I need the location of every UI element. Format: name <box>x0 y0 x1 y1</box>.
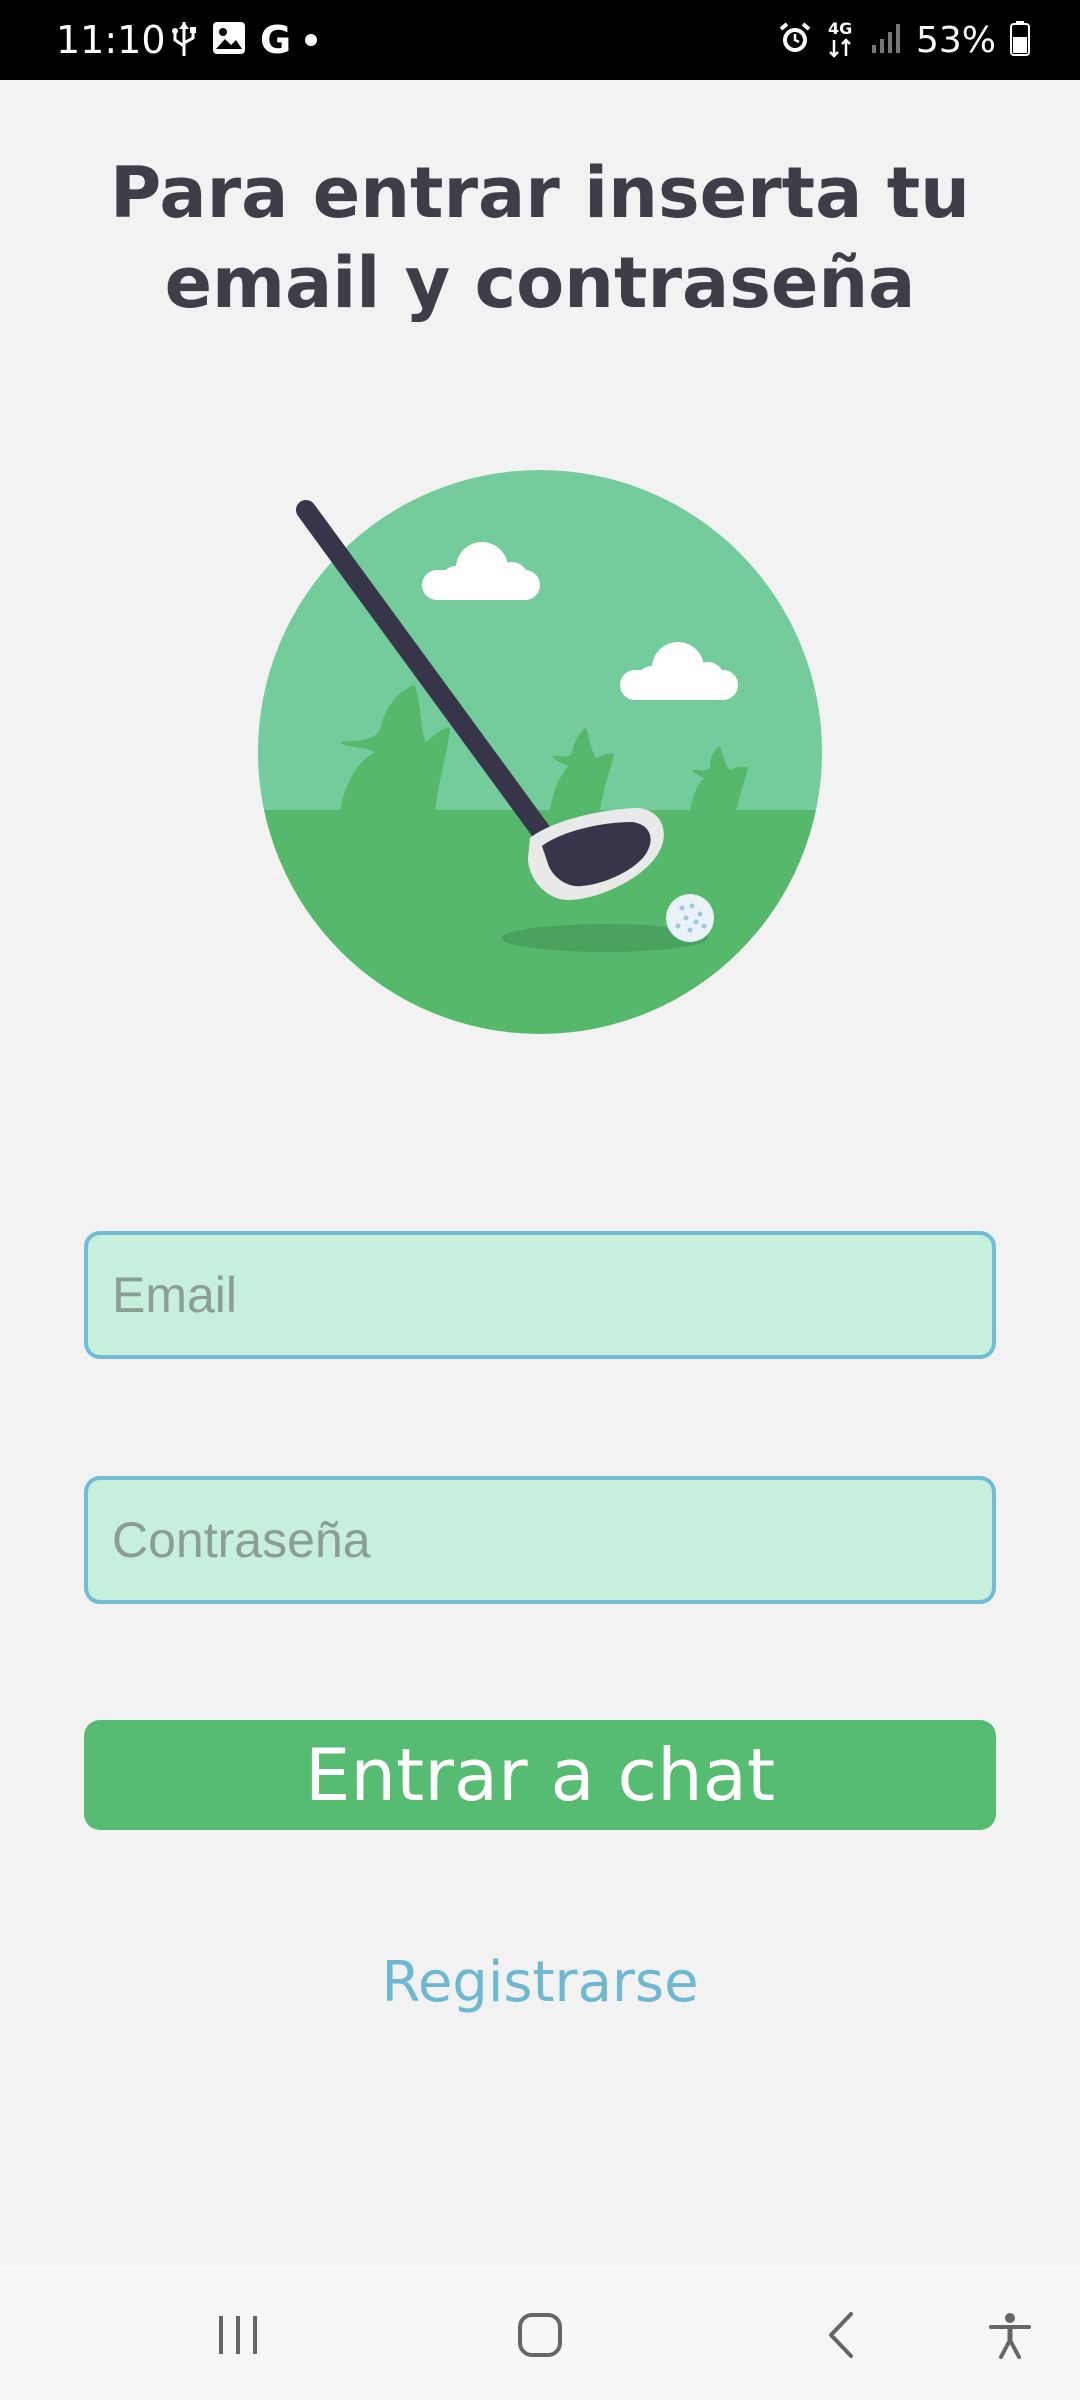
battery-percent: 53% <box>915 19 996 61</box>
home-icon[interactable] <box>490 2285 590 2385</box>
page-title: Para entrar inserta tu email y contraseñ… <box>109 152 971 324</box>
notification-dot-icon <box>305 34 318 46</box>
svg-text:4G: 4G <box>828 19 852 38</box>
image-icon <box>212 21 246 60</box>
status-time: 11:10 <box>56 18 166 62</box>
password-field[interactable] <box>84 1476 996 1604</box>
navigation-bar <box>0 2265 1080 2400</box>
login-button[interactable]: Entrar a chat <box>84 1720 996 1830</box>
alarm-icon <box>778 21 812 60</box>
status-right-icons: 4G 53% <box>778 14 1030 66</box>
email-field[interactable] <box>84 1231 996 1359</box>
status-left-icons: G <box>170 18 318 63</box>
network-4g-icon: 4G <box>826 18 856 63</box>
register-link[interactable]: Registrarse <box>0 1950 1080 2015</box>
usb-icon <box>170 18 198 63</box>
golf-illustration <box>250 460 830 1040</box>
signal-icon <box>870 21 902 60</box>
recent-apps-icon[interactable] <box>188 2285 288 2385</box>
google-icon: G <box>260 18 292 62</box>
accessibility-icon[interactable] <box>960 2285 1060 2385</box>
battery-icon <box>1010 20 1030 61</box>
status-bar: 11:10 G 4G 53% <box>0 0 1080 80</box>
back-icon[interactable] <box>792 2285 892 2385</box>
